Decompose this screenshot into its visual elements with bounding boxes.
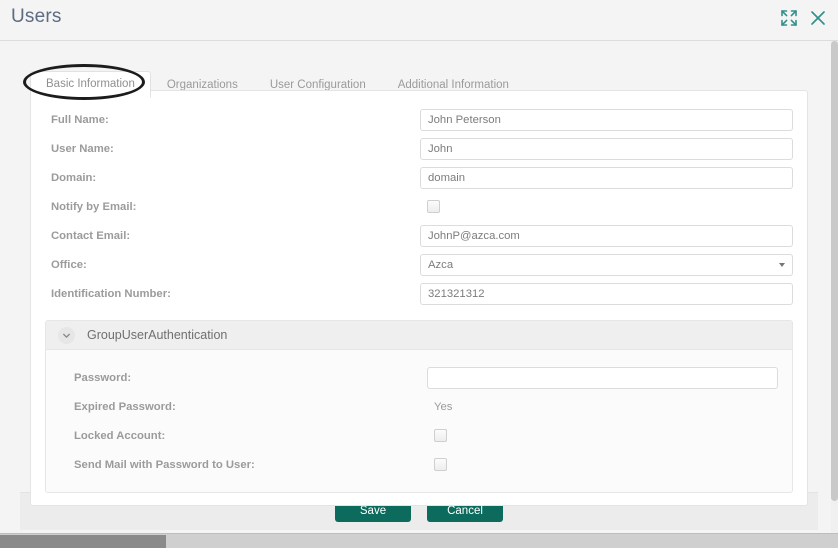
label-office: Office: — [51, 258, 87, 271]
contact-email-input[interactable] — [420, 224, 793, 247]
field-row-domain: Domain: — [31, 163, 807, 192]
label-contact-email: Contact Email: — [51, 229, 131, 242]
control-contact-email — [420, 224, 793, 247]
label-domain: Domain: — [51, 171, 97, 184]
field-row-office: Office: — [31, 250, 807, 279]
full-name-input[interactable] — [420, 108, 793, 131]
office-select[interactable] — [420, 253, 793, 276]
field-row-locked-account: Locked Account: — [46, 421, 792, 450]
page-title: Users — [11, 6, 62, 27]
group-user-authentication-panel: GroupUserAuthentication Password: Expire… — [45, 320, 793, 493]
password-input[interactable] — [427, 366, 778, 389]
close-icon[interactable] — [809, 9, 827, 27]
send-mail-with-password-checkbox[interactable] — [434, 458, 447, 471]
label-identification-number: Identification Number: — [51, 287, 171, 300]
user-name-input[interactable] — [420, 137, 793, 160]
control-send-mail-with-password — [427, 458, 778, 471]
label-send-mail-with-password: Send Mail with Password to User: — [74, 458, 255, 471]
horizontal-scrollbar-thumb[interactable] — [0, 535, 166, 548]
label-locked-account: Locked Account: — [74, 429, 166, 442]
label-password: Password: — [74, 371, 132, 384]
label-expired-password: Expired Password: — [74, 400, 176, 413]
group-title: GroupUserAuthentication — [87, 328, 228, 342]
expand-icon[interactable] — [780, 9, 798, 27]
control-full-name — [420, 108, 793, 131]
vertical-scrollbar-thumb[interactable] — [831, 41, 838, 501]
field-row-contact-email: Contact Email: — [31, 221, 807, 250]
users-dialog: Users Basic Information Organizations Us… — [0, 0, 838, 548]
field-row-password: Password: — [46, 363, 792, 392]
office-select-value[interactable] — [420, 253, 793, 276]
notify-by-email-checkbox[interactable] — [427, 200, 440, 213]
control-expired-password: Yes — [427, 401, 778, 413]
control-locked-account — [427, 429, 778, 442]
header-actions — [780, 9, 827, 27]
label-user-name: User Name: — [51, 142, 114, 155]
horizontal-scrollbar[interactable] — [0, 533, 838, 548]
field-row-full-name: Full Name: — [31, 105, 807, 134]
field-row-send-mail-with-password: Send Mail with Password to User: — [46, 450, 792, 479]
locked-account-checkbox[interactable] — [434, 429, 447, 442]
control-domain — [420, 166, 793, 189]
group-user-authentication-body: Password: Expired Password: Yes Locked A… — [46, 350, 792, 492]
control-office — [420, 253, 793, 276]
tab-basic-information[interactable]: Basic Information — [30, 71, 151, 98]
field-row-user-name: User Name: — [31, 134, 807, 163]
control-password — [427, 366, 778, 389]
label-full-name: Full Name: — [51, 113, 109, 126]
basic-information-panel: Full Name: User Name: Domain: Notify by … — [30, 90, 808, 506]
label-notify-by-email: Notify by Email: — [51, 200, 137, 213]
control-identification-number — [420, 282, 793, 305]
field-row-identification-number: Identification Number: — [31, 279, 807, 308]
dialog-header: Users — [0, 0, 838, 41]
control-notify-by-email — [420, 200, 793, 213]
identification-number-input[interactable] — [420, 282, 793, 305]
tab-bar-region: Basic Information Organizations User Con… — [0, 41, 838, 98]
chevron-down-icon[interactable] — [58, 326, 75, 344]
group-user-authentication-header[interactable]: GroupUserAuthentication — [46, 321, 792, 350]
field-row-notify-by-email: Notify by Email: — [31, 192, 807, 221]
vertical-scrollbar[interactable] — [831, 41, 838, 533]
control-user-name — [420, 137, 793, 160]
expired-password-value: Yes — [434, 400, 453, 413]
field-row-expired-password: Expired Password: Yes — [46, 392, 792, 421]
domain-input[interactable] — [420, 166, 793, 189]
